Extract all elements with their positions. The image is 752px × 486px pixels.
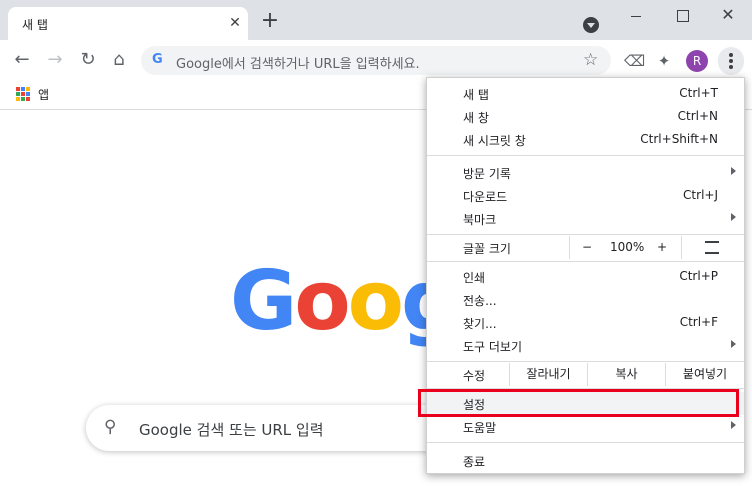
menu-item-new-tab[interactable]: 새 탭 Ctrl+T <box>427 82 744 105</box>
forward-icon[interactable]: → <box>45 50 65 70</box>
menu-item-exit[interactable]: 종료 <box>427 449 744 472</box>
chevron-right-icon <box>731 213 736 221</box>
menu-label: 글꼴 크기 <box>463 242 511 256</box>
menu-item-cast[interactable]: 전송... <box>427 288 744 311</box>
menu-label: 도움말 <box>463 421 497 435</box>
menu-label: 도구 더보기 <box>463 340 523 354</box>
logo-letter-g: G <box>230 254 297 349</box>
star-icon[interactable]: ☆ <box>583 50 598 70</box>
menu-item-incognito[interactable]: 새 시크릿 창 Ctrl+Shift+N <box>427 128 744 151</box>
menu-label: 수정 <box>463 369 486 383</box>
google-g-icon: G <box>152 52 163 67</box>
menu-item-downloads[interactable]: 다운로드 Ctrl+J <box>427 184 744 207</box>
menu-label: 인쇄 <box>463 271 486 285</box>
menu-divider <box>427 155 744 156</box>
window-close-button[interactable]: ✕ <box>714 4 742 26</box>
menu-label: 방문 기록 <box>463 167 511 181</box>
minimize-button[interactable] <box>622 4 650 26</box>
menu-divider <box>427 442 744 443</box>
zoom-out-button[interactable]: − <box>582 240 592 254</box>
cut-button[interactable]: 잘라내기 <box>509 363 587 386</box>
tab-title: 새 탭 <box>22 18 48 32</box>
home-icon[interactable]: ⌂ <box>109 50 129 70</box>
zoom-value: 100% <box>610 240 645 254</box>
chevron-right-icon <box>731 421 736 429</box>
menu-item-more-tools[interactable]: 도구 더보기 <box>427 334 744 357</box>
menu-item-new-window[interactable]: 새 창 Ctrl+N <box>427 105 744 128</box>
fullscreen-icon[interactable] <box>705 241 719 254</box>
tab-search-icon[interactable] <box>583 17 599 33</box>
menu-item-print[interactable]: 인쇄 Ctrl+P <box>427 265 744 288</box>
reload-icon[interactable]: ↻ <box>78 50 98 70</box>
maximize-button[interactable] <box>668 4 696 26</box>
menu-item-help[interactable]: 도움말 <box>427 415 744 438</box>
menu-shortcut: Ctrl+P <box>679 269 718 283</box>
logo-letter-o1: o <box>294 254 350 349</box>
menu-item-zoom: 글꼴 크기 − 100% + <box>427 236 744 259</box>
paste-button[interactable]: 붙여넣기 <box>665 363 744 386</box>
menu-item-bookmarks[interactable]: 북마크 <box>427 207 744 230</box>
omnibox-placeholder: Google에서 검색하거나 URL을 입력하세요. <box>176 57 420 72</box>
omnibox[interactable]: G Google에서 검색하거나 URL을 입력하세요. ☆ <box>141 46 611 75</box>
zoom-divider <box>681 236 682 259</box>
menu-label: 다운로드 <box>463 190 508 204</box>
menu-shortcut: Ctrl+N <box>677 109 718 123</box>
puzzle-icon[interactable]: ✦ <box>655 52 673 70</box>
menu-item-find[interactable]: 찾기... Ctrl+F <box>427 311 744 334</box>
tab-strip: 새 탭 ✕ + ✕ <box>0 0 752 40</box>
zoom-in-button[interactable]: + <box>657 240 667 254</box>
menu-shortcut: Ctrl+F <box>679 315 718 329</box>
zoom-controls: − 100% + <box>569 236 744 259</box>
search-icon: ⚲ <box>104 417 117 437</box>
chevron-right-icon <box>731 167 736 175</box>
menu-shortcut: Ctrl+Shift+N <box>640 132 718 146</box>
menu-item-history[interactable]: 방문 기록 <box>427 161 744 184</box>
menu-label: 찾기... <box>463 317 497 331</box>
menu-label: 종료 <box>463 455 486 469</box>
chevron-right-icon <box>731 340 736 348</box>
toolbar: ← → ↻ ⌂ G Google에서 검색하거나 URL을 입력하세요. ☆ ⌫… <box>0 40 752 80</box>
menu-item-edit: 수정 잘라내기 복사 붙여넣기 <box>427 363 744 386</box>
menu-label: 전송... <box>463 294 497 308</box>
extension-icon[interactable]: ⌫ <box>624 52 645 70</box>
settings-highlight-box <box>418 389 739 417</box>
apps-label[interactable]: 앱 <box>38 86 49 103</box>
copy-button[interactable]: 복사 <box>587 363 665 386</box>
apps-icon[interactable] <box>16 87 30 101</box>
menu-label: 북마크 <box>463 213 497 227</box>
google-logo: Goog <box>230 261 460 343</box>
menu-label: 새 시크릿 창 <box>463 134 526 148</box>
back-icon[interactable]: ← <box>12 50 32 70</box>
menu-divider <box>427 361 744 362</box>
menu-label: 새 창 <box>463 111 489 125</box>
menu-shortcut: Ctrl+T <box>679 86 718 100</box>
avatar[interactable]: R <box>686 50 708 72</box>
menu-label: 새 탭 <box>463 88 489 102</box>
new-tab-button[interactable]: + <box>259 10 281 33</box>
tab-new-tab[interactable]: 새 탭 ✕ <box>8 7 248 40</box>
logo-letter-o2: o <box>347 254 404 349</box>
kebab-menu-icon[interactable] <box>718 47 744 75</box>
menu-divider <box>427 234 744 235</box>
close-icon[interactable]: ✕ <box>227 15 243 31</box>
menu-shortcut: Ctrl+J <box>683 188 718 202</box>
menu-divider <box>427 261 744 262</box>
search-placeholder: Google 검색 또는 URL 입력 <box>139 421 324 439</box>
